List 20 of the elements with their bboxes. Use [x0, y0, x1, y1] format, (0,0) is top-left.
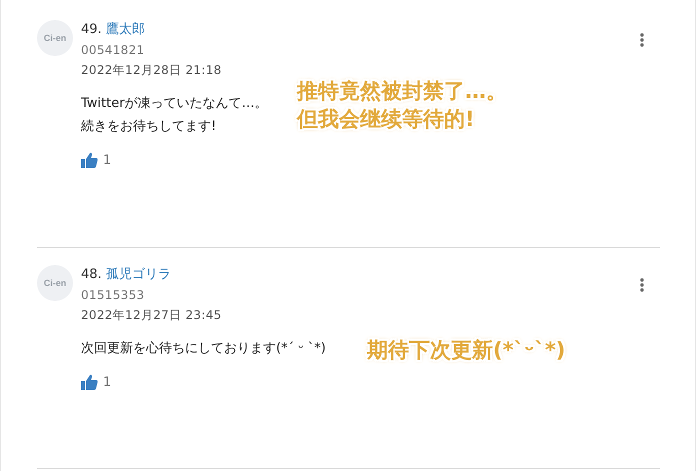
thumbs-up-icon[interactable] [81, 152, 98, 168]
comment-date: 2022年12月28日 21:18 [81, 62, 223, 79]
comment-number: 48. [81, 267, 102, 282]
user-id: 00541821 [81, 42, 146, 59]
translation-overlay-text: 但我会继续等待的! [297, 106, 476, 133]
comment-text: Twitterが凍っていたなんて…。 [81, 95, 268, 113]
thumbs-up-icon[interactable] [81, 374, 98, 390]
user-id: 01515353 [81, 287, 146, 304]
more-options-icon[interactable] [640, 278, 644, 292]
translation-overlay-text: 推特竟然被封禁了…。 [297, 78, 507, 105]
comment-number: 49. [81, 22, 102, 37]
author-link[interactable]: 鷹太郎 [106, 22, 145, 37]
comment-date: 2022年12月27日 23:45 [81, 307, 223, 324]
like-count: 1 [103, 374, 112, 390]
comment-text: 続きをお待ちしてます! [81, 118, 216, 136]
comment-text: 次回更新を心待ちにしております(*´ ᵕ `*) [81, 340, 326, 358]
author-link[interactable]: 孤児ゴリラ [106, 267, 171, 282]
translation-overlay-text: 期待下次更新(*`ᵕ`*) [367, 337, 566, 364]
more-options-icon[interactable] [640, 33, 644, 47]
like-count: 1 [103, 152, 112, 168]
